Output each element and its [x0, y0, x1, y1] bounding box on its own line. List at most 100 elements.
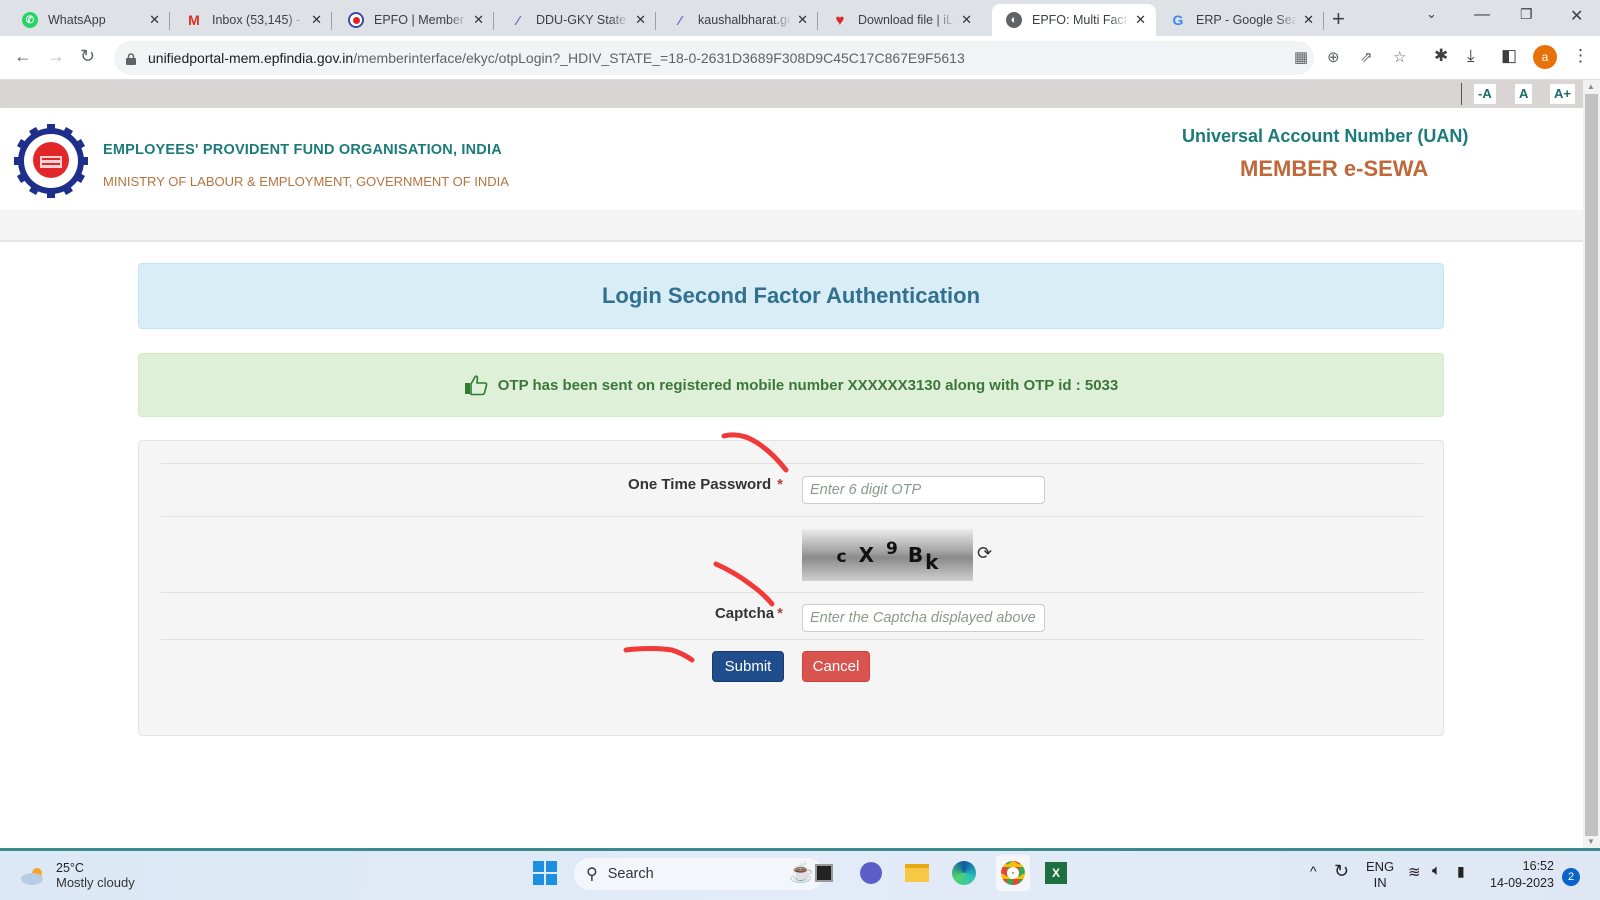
- page-title: Login Second Factor Authentication: [138, 263, 1444, 329]
- ministry-name: MINISTRY OF LABOUR & EMPLOYMENT, GOVERNM…: [103, 174, 509, 189]
- scroll-down-arrow-icon[interactable]: ▼: [1587, 837, 1595, 846]
- menu-dots-icon[interactable]: ⋮: [1572, 46, 1589, 66]
- portal-name: MEMBER e-SEWA: [1240, 156, 1429, 181]
- close-tab-icon[interactable]: ✕: [311, 12, 322, 28]
- refresh-captcha-icon[interactable]: ⟳: [977, 543, 992, 564]
- ddugky-icon: ⁄: [516, 12, 520, 28]
- chrome-icon[interactable]: [996, 855, 1030, 891]
- browser-tab-strip: ✆ WhatsApp ✕ M Inbox (53,145) - a ✕ EPFO…: [0, 0, 1600, 36]
- wifi-icon[interactable]: ≋: [1408, 863, 1421, 881]
- extensions-puzzle-icon[interactable]: ✱: [1434, 46, 1448, 66]
- browser-toolbar: ← → ↻ unifiedportal-mem.epfindia.gov.in /…: [0, 36, 1600, 80]
- language-indicator[interactable]: ENG IN: [1366, 859, 1394, 891]
- site-header: EMPLOYEES' PROVIDENT FUND ORGANISATION, …: [0, 108, 1583, 210]
- tab-title: kaushalbharat.go: [698, 13, 792, 27]
- share-icon[interactable]: ⇗: [1360, 48, 1373, 66]
- close-tab-icon[interactable]: ✕: [961, 12, 972, 28]
- volume-icon[interactable]: 🔈︎: [1432, 862, 1441, 879]
- tab-ddu-gky[interactable]: ⁄ DDU-GKY State V ✕: [494, 4, 656, 36]
- required-asterisk: *: [777, 476, 783, 493]
- epfo-icon: [348, 12, 364, 28]
- close-tab-icon[interactable]: ✕: [1135, 12, 1146, 28]
- weather-widget[interactable]: 25°C Mostly cloudy: [20, 861, 135, 890]
- tab-epfo-multi-factor[interactable]: ◐ EPFO: Multi Facto ✕: [992, 4, 1156, 36]
- captcha-image: c X 9 B k: [802, 529, 973, 581]
- tab-epfo-member[interactable]: EPFO | Member P ✕: [332, 4, 494, 36]
- notification-badge[interactable]: 2: [1562, 868, 1580, 886]
- whatsapp-icon: ✆: [22, 12, 38, 28]
- gmail-icon: M: [188, 12, 200, 28]
- close-tab-icon[interactable]: ✕: [473, 12, 484, 28]
- task-view-icon[interactable]: [810, 859, 838, 887]
- tab-title: ERP - Google Sea: [1196, 13, 1298, 27]
- google-icon: G: [1172, 12, 1184, 28]
- nav-band: [0, 210, 1583, 242]
- normal-font-button[interactable]: A: [1515, 84, 1533, 104]
- bookmark-star-icon[interactable]: ☆: [1393, 48, 1406, 66]
- url-host: unifiedportal-mem.epfindia.gov.in: [148, 50, 354, 66]
- side-panel-icon[interactable]: ◧: [1501, 46, 1517, 66]
- scroll-up-arrow-icon[interactable]: ▲: [1587, 82, 1595, 91]
- close-tab-icon[interactable]: ✕: [1303, 12, 1314, 28]
- battery-icon[interactable]: ▮: [1457, 863, 1465, 880]
- tab-download-file[interactable]: ♥ Download file | iL ✕: [818, 4, 982, 36]
- submit-button[interactable]: Submit: [712, 651, 784, 682]
- clock-time: 16:52: [1522, 859, 1554, 873]
- weather-temperature: 25°C: [56, 861, 84, 875]
- accessibility-bar: -A A A+: [0, 80, 1583, 108]
- sync-icon[interactable]: ↻: [1334, 861, 1349, 882]
- show-hidden-icons-chevron[interactable]: ^: [1310, 863, 1317, 879]
- tab-title: DDU-GKY State V: [536, 13, 630, 27]
- back-arrow-icon[interactable]: ←: [14, 46, 32, 67]
- uan-title: Universal Account Number (UAN): [1182, 126, 1469, 146]
- kaushalbharat-icon: ⁄: [678, 12, 682, 28]
- profile-avatar[interactable]: a: [1533, 45, 1557, 69]
- taskbar-search[interactable]: ⚲ Search ☕: [574, 858, 824, 890]
- forward-arrow-icon[interactable]: →: [47, 46, 65, 67]
- captcha-input[interactable]: [802, 604, 1045, 632]
- tab-whatsapp[interactable]: ✆ WhatsApp ✕: [0, 4, 170, 36]
- zoom-icon[interactable]: ⊕: [1327, 48, 1340, 66]
- decrease-font-button[interactable]: -A: [1474, 84, 1496, 104]
- clock[interactable]: 16:52 14-09-2023: [1490, 858, 1554, 892]
- clock-date: 14-09-2023: [1490, 876, 1554, 890]
- tab-kaushalbharat[interactable]: ⁄ kaushalbharat.go ✕: [656, 4, 818, 36]
- otp-input[interactable]: [802, 476, 1045, 504]
- windows-taskbar: 25°C Mostly cloudy ⚲ Search ☕ X ^ ↻ ENG …: [0, 848, 1600, 900]
- page-scrollbar[interactable]: ▲ ▼: [1583, 80, 1600, 848]
- increase-font-button[interactable]: A+: [1550, 84, 1575, 104]
- cancel-button[interactable]: Cancel: [802, 651, 870, 682]
- close-tab-icon[interactable]: ✕: [149, 12, 160, 28]
- tab-search-chevron-icon[interactable]: ⌄: [1426, 6, 1437, 22]
- heart-icon: ♥: [835, 11, 845, 29]
- tab-title: EPFO: Multi Facto: [1032, 13, 1130, 27]
- otp-sent-alert: OTP has been sent on registered mobile n…: [138, 353, 1444, 417]
- tab-erp-google[interactable]: G ERP - Google Sea ✕: [1160, 4, 1324, 36]
- scrollbar-thumb[interactable]: [1585, 94, 1598, 836]
- organisation-name: EMPLOYEES' PROVIDENT FUND ORGANISATION, …: [103, 142, 502, 158]
- close-window-button[interactable]: ✕: [1570, 6, 1583, 26]
- minimize-button[interactable]: —: [1474, 6, 1490, 24]
- reload-icon[interactable]: ↻: [80, 46, 95, 67]
- otp-label: One Time Password *: [628, 476, 783, 493]
- address-bar[interactable]: unifiedportal-mem.epfindia.gov.in/member…: [114, 41, 1314, 75]
- tab-gmail[interactable]: M Inbox (53,145) - a ✕: [170, 4, 332, 36]
- excel-icon[interactable]: X: [1042, 859, 1070, 887]
- close-tab-icon[interactable]: ✕: [797, 12, 808, 28]
- captcha-label: Captcha *: [714, 605, 783, 622]
- windows-start-icon[interactable]: [531, 859, 559, 887]
- close-tab-icon[interactable]: ✕: [635, 12, 646, 28]
- translate-icon[interactable]: ▦: [1294, 48, 1308, 66]
- file-explorer-icon[interactable]: [903, 859, 931, 887]
- download-icon[interactable]: ⤓: [1467, 46, 1475, 66]
- epfo-logo: [14, 124, 88, 198]
- tab-title: WhatsApp: [48, 13, 106, 27]
- lock-icon: [126, 52, 136, 65]
- required-asterisk: *: [777, 605, 783, 622]
- edge-browser-icon[interactable]: [950, 859, 978, 887]
- teams-chat-icon[interactable]: [857, 859, 885, 887]
- tab-title: EPFO | Member P: [374, 13, 468, 27]
- restore-button[interactable]: ❐: [1520, 6, 1533, 23]
- search-icon: ⚲: [586, 866, 598, 883]
- new-tab-button[interactable]: +: [1332, 6, 1345, 32]
